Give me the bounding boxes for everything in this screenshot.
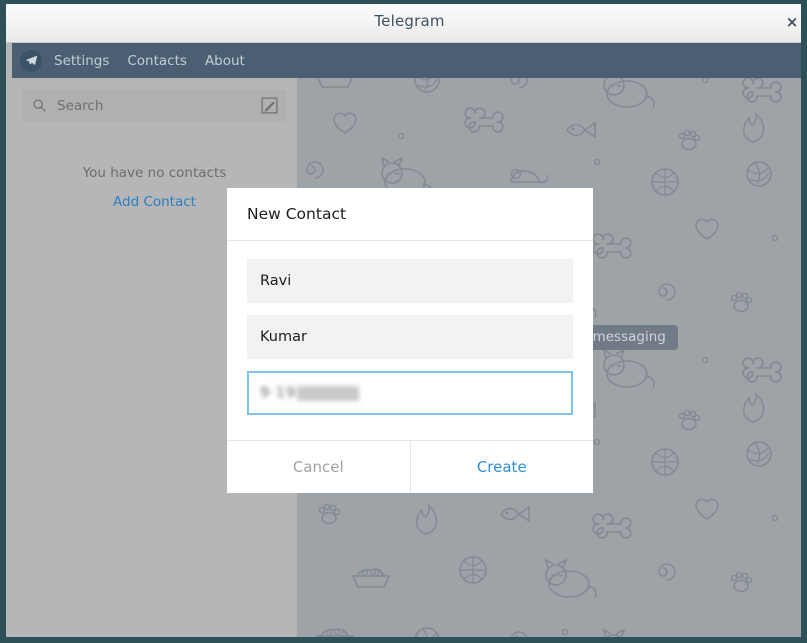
search-input[interactable]: Search [22, 90, 287, 121]
title-bar-accent [6, 0, 801, 4]
redaction-block [297, 385, 360, 401]
first-name-value: Ravi [260, 273, 292, 289]
dialog-title: New Contact [247, 205, 347, 223]
search-placeholder: Search [57, 97, 104, 114]
phone-number-value-redacted: 9·19 [260, 385, 360, 401]
telegram-plane-icon[interactable] [20, 49, 42, 72]
window-title: Telegram [374, 12, 445, 30]
empty-contacts-message: You have no contacts [82, 165, 227, 181]
telegram-window: Telegram × Settings Contacts About Searc… [0, 0, 807, 643]
menu-item-about[interactable]: About [205, 53, 245, 69]
menu-item-settings[interactable]: Settings [54, 53, 109, 69]
compose-icon[interactable] [261, 97, 278, 114]
last-name-value: Kumar [260, 329, 307, 345]
dialog-header: New Contact [227, 188, 593, 241]
phone-number-visible-digits: 9·19 [260, 385, 297, 401]
search-icon [32, 98, 47, 113]
menu-bar: Settings Contacts About [12, 43, 801, 78]
first-name-field[interactable]: Ravi [247, 259, 573, 303]
cancel-button[interactable]: Cancel [227, 441, 410, 493]
close-icon[interactable]: × [781, 12, 801, 32]
menu-item-contacts[interactable]: Contacts [127, 53, 187, 69]
phone-number-field[interactable]: 9·19 [247, 371, 573, 415]
dialog-body: Ravi Kumar 9·19 [227, 241, 593, 415]
dialog-footer: Cancel Create [227, 440, 593, 493]
title-bar: Telegram × [6, 0, 801, 43]
new-contact-dialog: New Contact Ravi Kumar 9·19 Cancel Creat… [227, 188, 593, 493]
create-button[interactable]: Create [409, 441, 594, 493]
last-name-field[interactable]: Kumar [247, 315, 573, 359]
